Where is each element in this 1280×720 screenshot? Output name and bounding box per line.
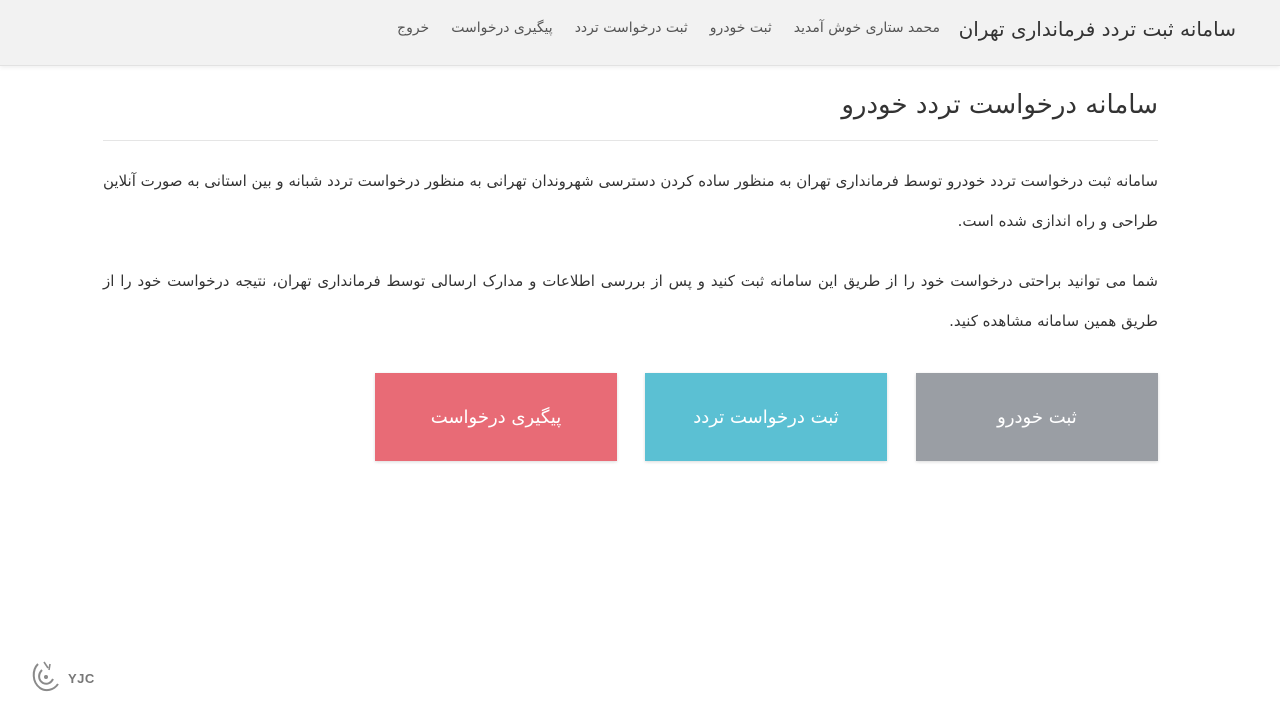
page-title: سامانه درخواست تردد خودرو [103, 90, 1158, 141]
yjc-watermark: YJC [28, 660, 95, 696]
register-vehicle-button[interactable]: ثبت خودرو [916, 373, 1158, 461]
yjc-logo-icon [28, 660, 62, 696]
register-request-button[interactable]: ثبت درخواست تردد [645, 373, 887, 461]
main-content: سامانه درخواست تردد خودرو سامانه ثبت درخ… [103, 66, 1158, 341]
top-navbar: سامانه ثبت تردد فرمانداری تهران محمد ستا… [0, 0, 1280, 66]
nav-register-vehicle[interactable]: ثبت خودرو [710, 20, 772, 36]
watermark-text: YJC [68, 670, 95, 686]
action-buttons: ثبت خودرو ثبت درخواست تردد پیگیری درخواس… [375, 373, 1158, 461]
track-request-button[interactable]: پیگیری درخواست [375, 373, 617, 461]
intro-paragraph: سامانه ثبت درخواست تردد خودرو توسط فرمان… [103, 172, 1158, 230]
nav-logout[interactable]: خروج [397, 20, 429, 36]
welcome-user-text: محمد ستاری خوش آمدید [793, 20, 940, 36]
site-brand[interactable]: سامانه ثبت تردد فرمانداری تهران [959, 17, 1236, 41]
nav-register-request[interactable]: ثبت درخواست تردد [575, 20, 688, 36]
nav-menu: محمد ستاری خوش آمدید ثبت خودرو ثبت درخوا… [397, 20, 940, 36]
nav-track-request[interactable]: پیگیری درخواست [451, 20, 552, 36]
instructions-paragraph: شما می توانید براحتی درخواست خود را از ط… [103, 272, 1158, 330]
